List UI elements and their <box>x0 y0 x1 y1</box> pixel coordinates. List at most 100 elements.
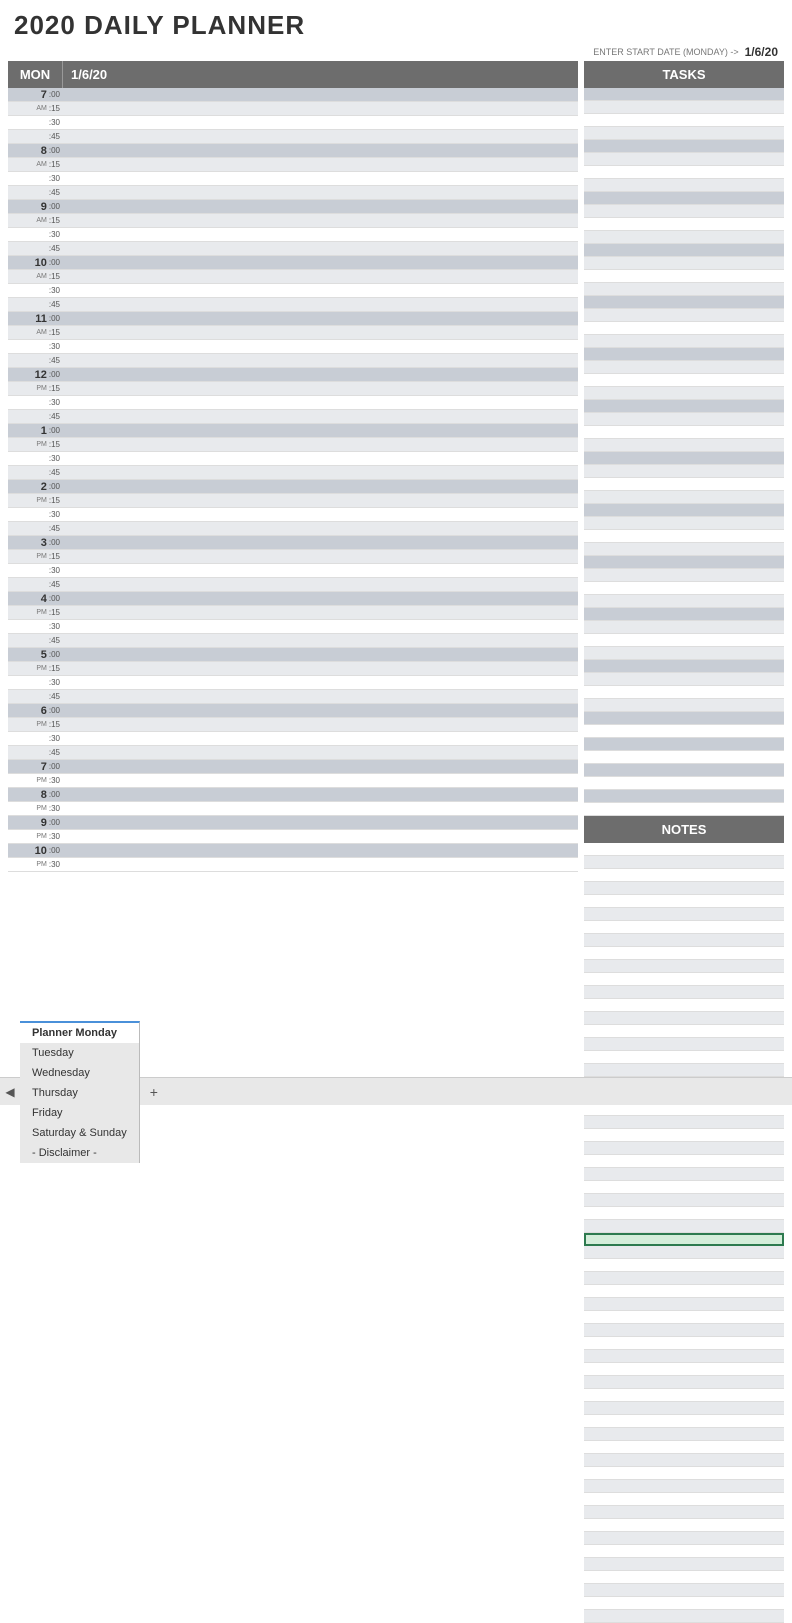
note-row[interactable] <box>584 1376 784 1389</box>
schedule-cell[interactable] <box>63 858 578 871</box>
note-row[interactable] <box>584 1428 784 1441</box>
note-row[interactable] <box>584 1558 784 1571</box>
schedule-cell[interactable] <box>63 830 578 843</box>
note-row[interactable] <box>584 986 784 999</box>
task-row[interactable] <box>584 465 784 478</box>
task-row[interactable] <box>584 764 784 777</box>
schedule-cell[interactable] <box>63 718 578 731</box>
schedule-cell[interactable] <box>63 228 578 241</box>
task-row[interactable] <box>584 504 784 517</box>
note-row[interactable] <box>584 1480 784 1493</box>
note-row[interactable] <box>584 1181 784 1194</box>
task-row[interactable] <box>584 751 784 764</box>
task-row[interactable] <box>584 231 784 244</box>
note-row[interactable] <box>584 856 784 869</box>
note-row[interactable] <box>584 1038 784 1051</box>
task-row[interactable] <box>584 530 784 543</box>
task-row[interactable] <box>584 179 784 192</box>
task-row[interactable] <box>584 725 784 738</box>
schedule-cell[interactable] <box>63 256 578 269</box>
task-row[interactable] <box>584 114 784 127</box>
schedule-cell[interactable] <box>63 186 578 199</box>
note-row[interactable] <box>584 869 784 882</box>
task-row[interactable] <box>584 634 784 647</box>
schedule-cell[interactable] <box>63 634 578 647</box>
task-row[interactable] <box>584 153 784 166</box>
schedule-cell[interactable] <box>63 536 578 549</box>
schedule-cell[interactable] <box>63 844 578 857</box>
task-row[interactable] <box>584 517 784 530</box>
task-row[interactable] <box>584 218 784 231</box>
schedule-cell[interactable] <box>63 410 578 423</box>
task-row[interactable] <box>584 322 784 335</box>
note-row[interactable] <box>584 1389 784 1402</box>
note-row[interactable] <box>584 1298 784 1311</box>
tab-thursday[interactable]: Thursday <box>20 1083 140 1103</box>
task-row[interactable] <box>584 296 784 309</box>
task-row[interactable] <box>584 686 784 699</box>
schedule-cell[interactable] <box>63 424 578 437</box>
note-row[interactable] <box>584 1129 784 1142</box>
note-row[interactable] <box>584 1467 784 1480</box>
note-row[interactable] <box>584 1493 784 1506</box>
note-row[interactable] <box>584 1220 784 1233</box>
note-row[interactable] <box>584 1441 784 1454</box>
schedule-cell[interactable] <box>63 816 578 829</box>
note-row[interactable] <box>584 1415 784 1428</box>
task-row[interactable] <box>584 439 784 452</box>
task-row[interactable] <box>584 283 784 296</box>
task-row[interactable] <box>584 777 784 790</box>
task-row[interactable] <box>584 582 784 595</box>
schedule-cell[interactable] <box>63 130 578 143</box>
schedule-cell[interactable] <box>63 606 578 619</box>
schedule-cell[interactable] <box>63 522 578 535</box>
note-row[interactable] <box>584 1363 784 1376</box>
schedule-cell[interactable] <box>63 214 578 227</box>
schedule-cell[interactable] <box>63 676 578 689</box>
task-row[interactable] <box>584 244 784 257</box>
schedule-cell[interactable] <box>63 354 578 367</box>
schedule-cell[interactable] <box>63 368 578 381</box>
task-row[interactable] <box>584 387 784 400</box>
note-row[interactable] <box>584 1207 784 1220</box>
note-row[interactable] <box>584 1194 784 1207</box>
schedule-cell[interactable] <box>63 578 578 591</box>
note-row[interactable] <box>584 999 784 1012</box>
task-row[interactable] <box>584 361 784 374</box>
schedule-cell[interactable] <box>63 760 578 773</box>
schedule-cell[interactable] <box>63 732 578 745</box>
task-row[interactable] <box>584 699 784 712</box>
task-row[interactable] <box>584 608 784 621</box>
task-row[interactable] <box>584 88 784 101</box>
schedule-cell[interactable] <box>63 326 578 339</box>
task-row[interactable] <box>584 270 784 283</box>
note-row[interactable] <box>584 1532 784 1545</box>
note-row[interactable] <box>584 1571 784 1584</box>
note-row[interactable] <box>584 1064 784 1077</box>
task-row[interactable] <box>584 452 784 465</box>
task-row[interactable] <box>584 335 784 348</box>
note-row[interactable] <box>584 1155 784 1168</box>
note-row[interactable] <box>584 1402 784 1415</box>
schedule-cell[interactable] <box>63 382 578 395</box>
task-row[interactable] <box>584 205 784 218</box>
schedule-cell[interactable] <box>63 746 578 759</box>
schedule-cell[interactable] <box>63 480 578 493</box>
schedule-cell[interactable] <box>63 396 578 409</box>
tab-tuesday[interactable]: Tuesday <box>20 1043 140 1063</box>
note-row[interactable] <box>584 1311 784 1324</box>
schedule-cell[interactable] <box>63 592 578 605</box>
schedule-cell[interactable] <box>63 452 578 465</box>
schedule-cell[interactable] <box>63 340 578 353</box>
note-row[interactable] <box>584 882 784 895</box>
note-row[interactable] <box>584 1454 784 1467</box>
task-row[interactable] <box>584 400 784 413</box>
tab-wednesday[interactable]: Wednesday <box>20 1063 140 1083</box>
schedule-cell[interactable] <box>63 788 578 801</box>
note-row[interactable] <box>584 1324 784 1337</box>
note-row[interactable] <box>584 1246 784 1259</box>
note-row[interactable] <box>584 1584 784 1597</box>
task-row[interactable] <box>584 101 784 114</box>
task-row[interactable] <box>584 556 784 569</box>
task-row[interactable] <box>584 127 784 140</box>
